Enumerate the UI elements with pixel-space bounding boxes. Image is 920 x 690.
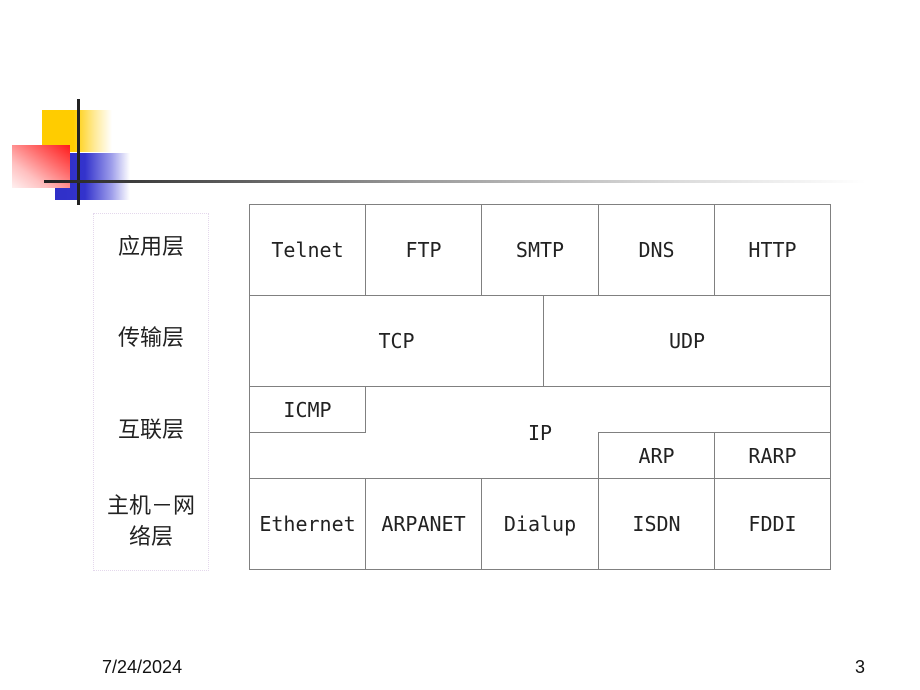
title-underline: [44, 180, 866, 183]
protocol-smtp: SMTP: [481, 204, 599, 296]
layer-label-network-access-line2: 络层: [128, 525, 173, 550]
layer-label-network-access-line1: 主机－网: [106, 494, 195, 519]
layer-label-internet: 互联层: [117, 418, 184, 443]
protocol-udp: UDP: [543, 295, 831, 387]
slide-date: 7/24/2024: [102, 657, 183, 677]
protocol-dns: DNS: [598, 204, 715, 296]
protocol-rarp: RARP: [714, 432, 831, 479]
protocol-http: HTTP: [714, 204, 831, 296]
protocol-fddi: FDDI: [714, 478, 831, 570]
slide-page-number: 3: [855, 657, 866, 677]
protocol-dialup: Dialup: [481, 478, 599, 570]
layer-label-application: 应用层: [117, 235, 184, 260]
protocol-tcp: TCP: [249, 295, 544, 387]
decor-vertical-line: [77, 99, 80, 205]
protocol-ethernet: Ethernet: [249, 478, 366, 570]
protocol-arpanet: ARPANET: [365, 478, 482, 570]
layer-label-transport: 传输层: [117, 326, 184, 351]
protocol-arp: ARP: [598, 432, 715, 479]
protocol-isdn: ISDN: [598, 478, 715, 570]
protocol-telnet: Telnet: [249, 204, 366, 296]
protocol-ftp: FTP: [365, 204, 482, 296]
protocol-icmp: ICMP: [249, 386, 366, 433]
